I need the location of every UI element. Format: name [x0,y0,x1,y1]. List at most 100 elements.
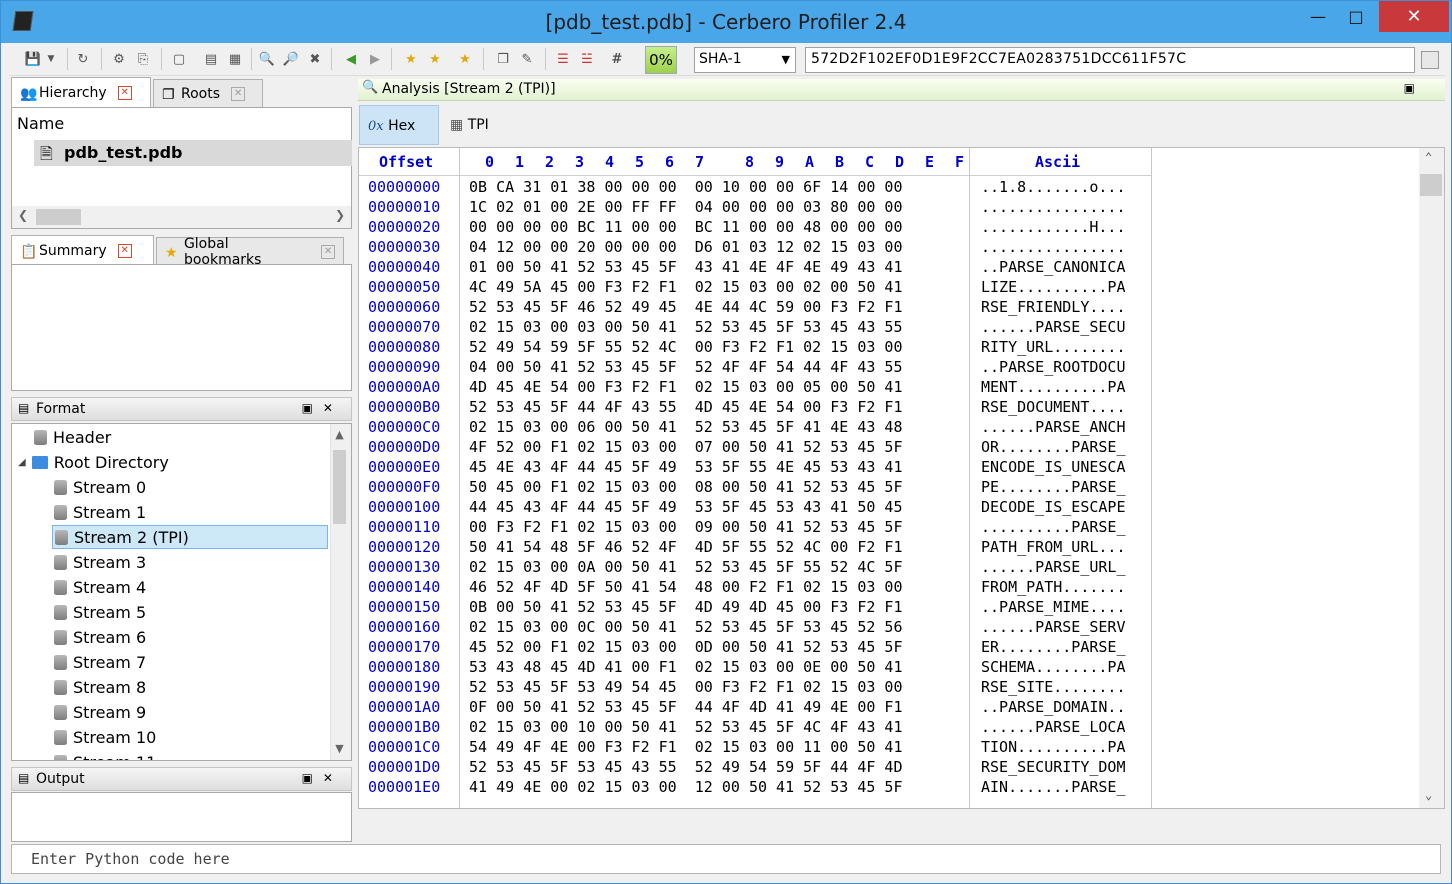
hex-row[interactable]: 000001D0 52 53 45 5F 53 45 43 55 52 49 54… [359,758,1151,778]
hex-view[interactable]: Offset Ascii 0 1 2 3 4 5 6 7 8 9 A B C D E F 00000000 0B… [358,147,1445,809]
bookmark-list-icon[interactable]: ★ [455,49,475,69]
close-tab-icon[interactable]: ✕ [321,244,335,259]
dock-buttons[interactable]: ▣✕ [302,771,343,785]
hex-row-ascii[interactable]: RSE_FRIENDLY.... [981,298,1126,316]
tree-item-stream-1[interactable]: Stream 1 [54,500,146,524]
hex-row[interactable]: 00000100 44 45 43 4F 44 45 5F 49 53 5F 45… [359,498,1151,518]
hex-row[interactable]: 000001A0 0F 00 50 41 52 53 45 5F 44 4F 4D… [359,698,1151,718]
hex-row[interactable]: 00000180 53 43 48 45 4D 41 00 F1 02 15 03… [359,658,1151,678]
bookmark-add-icon[interactable]: ★ [401,49,421,69]
hex-row-bytes[interactable]: 02 15 03 00 10 00 50 41 52 53 45 5F 4C 4… [469,718,902,736]
save-dropdown-chevron-icon[interactable]: ▼ [45,49,57,69]
tab-hex[interactable]: 0x Hex [359,105,439,145]
hex-row-ascii[interactable]: MENT..........PA [981,378,1126,396]
hex-row-ascii[interactable]: RSE_DOCUMENT.... [981,398,1126,416]
hex-row-bytes[interactable]: 02 15 03 00 06 00 50 41 52 53 45 5F 41 4… [469,418,902,436]
hex-row-bytes[interactable]: 04 12 00 00 20 00 00 00 D6 01 03 12 02 1… [469,238,902,256]
scroll-down-icon[interactable]: ▼ [331,742,348,755]
hex-row-bytes[interactable]: 1C 02 01 00 2E 00 FF FF 04 00 00 00 03 8… [469,198,902,216]
hash-algorithm-select[interactable]: SHA-1 ▼ [694,47,796,73]
hex-row[interactable]: 00000040 01 00 50 41 52 53 45 5F 43 41 4E… [359,258,1151,278]
hex-row-ascii[interactable]: ......PARSE_ANCH [981,418,1126,436]
hex-row[interactable]: 000001B0 02 15 03 00 10 00 50 41 52 53 45… [359,718,1151,738]
hex-row[interactable]: 00000170 45 52 00 F1 02 15 03 00 0D 00 50… [359,638,1151,658]
hex-row-bytes[interactable]: 4D 45 4E 54 00 F3 F2 F1 02 15 03 00 05 0… [469,378,902,396]
forward-arrow-icon[interactable]: ▶ [365,49,385,69]
hex-row-ascii[interactable]: ..1.8.......o... [981,178,1126,196]
hex-row-ascii[interactable]: ..PARSE_DOMAIN.. [981,698,1126,716]
tree-item-stream-2-tpi[interactable]: Stream 2 (TPI) [52,525,328,549]
hex-row[interactable]: 00000030 04 12 00 00 20 00 00 00 D6 01 03… [359,238,1151,258]
hex-row[interactable]: 00000190 52 53 45 5F 53 49 54 45 00 F3 F2… [359,678,1151,698]
search-clear-icon[interactable]: ✖ [305,49,325,69]
window-icon[interactable]: ▢ [169,49,189,69]
hex-row-ascii[interactable]: SCHEMA........PA [981,658,1126,676]
hex-row[interactable]: 000000B0 52 53 45 5F 44 4F 43 55 4D 45 4E… [359,398,1151,418]
hex-row-ascii[interactable]: PE........PARSE_ [981,478,1126,496]
tree-item-stream-0[interactable]: Stream 0 [54,475,146,499]
hex-row-bytes[interactable]: 53 43 48 45 4D 41 00 F1 02 15 03 00 0E 0… [469,658,902,676]
layout-alt-icon[interactable]: ▦ [225,49,245,69]
hex-row-ascii[interactable]: ..........PARSE_ [981,518,1126,536]
hex-row-ascii[interactable]: ......PARSE_SERV [981,618,1126,636]
hex-row-ascii[interactable]: ............H... [981,218,1126,236]
hex-row[interactable]: 00000050 4C 49 5A 45 00 F3 F2 F1 02 15 03… [359,278,1151,298]
columns-alt-icon[interactable]: ☱ [577,49,597,69]
hex-row-ascii[interactable]: TION..........PA [981,738,1126,756]
copy-hash-button[interactable] [1421,51,1439,69]
copy-icon[interactable]: ❐ [493,49,513,69]
hex-row-bytes[interactable]: 52 53 45 5F 46 52 49 45 4E 44 4C 59 00 F… [469,298,902,316]
hex-row-ascii[interactable]: OR........PARSE_ [981,438,1126,456]
document-settings-icon[interactable]: ⎘ [133,49,153,69]
hex-row-ascii[interactable]: ENCODE_IS_UNESCA [981,458,1126,476]
tab-global-bookmarks[interactable]: ★ Global bookmarks ✕ [156,236,344,268]
scroll-right-icon[interactable]: ❯ [335,208,345,222]
hex-row-bytes[interactable]: 52 53 45 5F 53 49 54 45 00 F3 F2 F1 02 1… [469,678,902,696]
tree-item-root-directory[interactable]: ◢ Root Directory [18,450,169,474]
tab-tpi[interactable]: ▦ TPI [442,105,512,145]
hex-row-bytes[interactable]: 0B 00 50 41 52 53 45 5F 4D 49 4D 45 00 F… [469,598,902,616]
settings-gear-icon[interactable]: ⚙ [109,49,129,69]
hex-row-ascii[interactable]: RITY_URL........ [981,338,1126,356]
hex-row[interactable]: 000000F0 50 45 00 F1 02 15 03 00 08 00 50… [359,478,1151,498]
search-icon[interactable]: 🔍 [257,49,277,69]
hex-row-ascii[interactable]: ................ [981,238,1126,256]
hex-row[interactable]: 00000120 50 41 54 48 5F 46 52 4F 4D 5F 55… [359,538,1151,558]
tree-item-stream-10[interactable]: Stream 10 [54,725,156,749]
hex-row-bytes[interactable]: 04 00 50 41 52 53 45 5F 52 4F 4F 54 44 4… [469,358,902,376]
close-tab-icon[interactable]: ✕ [231,86,246,101]
tree-item-stream-7[interactable]: Stream 7 [54,650,146,674]
hex-row[interactable]: 000000E0 45 4E 43 4F 44 45 5F 49 53 5F 55… [359,458,1151,478]
hex-row-ascii[interactable]: RSE_SITE........ [981,678,1126,696]
python-input[interactable]: Enter Python code here [11,844,1441,874]
hex-row-bytes[interactable]: 52 53 45 5F 53 45 43 55 52 49 54 59 5F 4… [469,758,902,776]
hex-row-bytes[interactable]: 46 52 4F 4D 5F 50 41 54 48 00 F2 F1 02 1… [469,578,902,596]
hex-row-ascii[interactable]: ER........PARSE_ [981,638,1126,656]
hex-row-bytes[interactable]: 52 53 45 5F 44 4F 43 55 4D 45 4E 54 00 F… [469,398,902,416]
tree-item-stream-6[interactable]: Stream 6 [54,625,146,649]
layout-icon[interactable]: ▤ [201,49,221,69]
hex-row[interactable]: 000000C0 02 15 03 00 06 00 50 41 52 53 45… [359,418,1151,438]
hex-row[interactable]: 00000150 0B 00 50 41 52 53 45 5F 4D 49 4D… [359,598,1151,618]
hex-row-bytes[interactable]: 50 41 54 48 5F 46 52 4F 4D 5F 55 52 4C 0… [469,538,902,556]
hex-vscroll[interactable]: ⌃ ⌄ [1419,148,1444,808]
hex-row[interactable]: 00000000 0B CA 31 01 38 00 00 00 00 10 00… [359,178,1151,198]
tree-item-stream-11[interactable]: Stream 11 [54,750,156,760]
hierarchy-item-pdb-test[interactable]: 🗎 pdb_test.pdb [34,140,352,166]
hex-row-ascii[interactable]: ..PARSE_MIME.... [981,598,1126,616]
hex-row-ascii[interactable]: ......PARSE_LOCA [981,718,1126,736]
hex-row-bytes[interactable]: 00 F3 F2 F1 02 15 03 00 09 00 50 41 52 5… [469,518,902,536]
hex-row-bytes[interactable]: 0B CA 31 01 38 00 00 00 00 10 00 00 6F 1… [469,178,902,196]
hex-row[interactable]: 000001C0 54 49 4F 4E 00 F3 F2 F1 02 15 03… [359,738,1151,758]
hex-row-bytes[interactable]: 45 4E 43 4F 44 45 5F 49 53 5F 55 4E 45 5… [469,458,902,476]
float-panel-icon[interactable]: ▣ [1404,81,1415,95]
scroll-up-icon[interactable]: ⌃ [1425,150,1432,164]
hex-row[interactable]: 00000060 52 53 45 5F 46 52 49 45 4E 44 4C… [359,298,1151,318]
dock-buttons[interactable]: ▣✕ [302,401,343,415]
back-arrow-icon[interactable]: ◀ [341,49,361,69]
tree-item-stream-3[interactable]: Stream 3 [54,550,146,574]
hex-row-ascii[interactable]: ..PARSE_CANONICA [981,258,1126,276]
hex-row-bytes[interactable]: 02 15 03 00 0A 00 50 41 52 53 45 5F 55 5… [469,558,902,576]
hex-row[interactable]: 00000130 02 15 03 00 0A 00 50 41 52 53 45… [359,558,1151,578]
tab-hierarchy[interactable]: 👥 Hierarchy ✕ [11,77,151,107]
